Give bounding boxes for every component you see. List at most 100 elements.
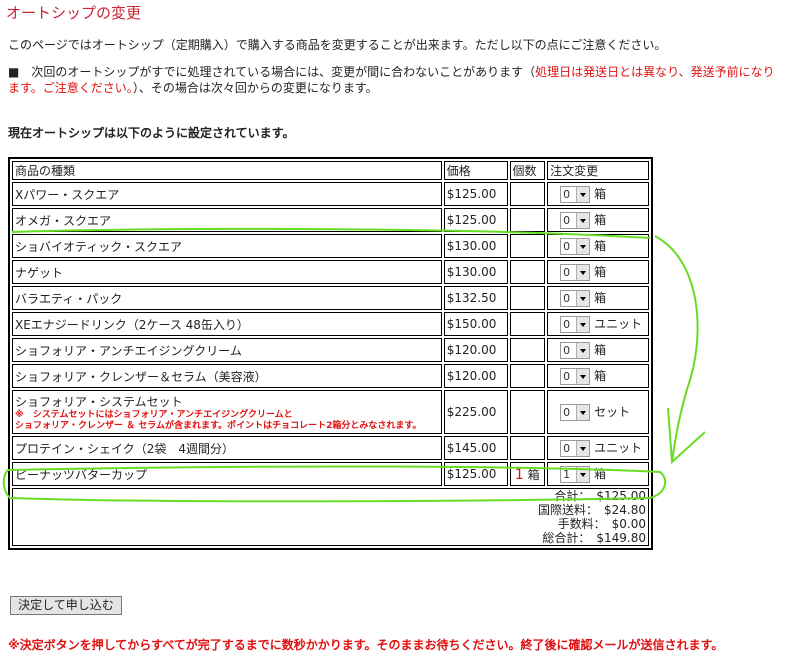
qty-value: 1	[514, 466, 524, 483]
product-price: $120.00	[443, 338, 508, 362]
product-name: プロテイン・シェイク（2袋 4週間分）	[12, 436, 442, 460]
header-product: 商品の種類	[12, 161, 442, 180]
product-price: $120.00	[443, 364, 508, 388]
annotation-arrow-curve	[654, 235, 699, 463]
price-text: $130.00	[446, 239, 497, 253]
chevron-down-icon[interactable]	[576, 441, 590, 456]
price-text: $125.00	[446, 467, 497, 481]
qty-cell	[509, 338, 546, 362]
product-price: $125.00	[443, 182, 508, 206]
table-row: XEエナジードリンク（2ケース 48缶入り） $150.00 0 ユニット	[12, 312, 649, 336]
product-price: $130.00	[443, 234, 508, 258]
chevron-down-icon[interactable]	[576, 187, 590, 202]
chevron-down-icon[interactable]	[576, 265, 590, 280]
qty-cell	[509, 182, 546, 206]
quantity-select-value: 0	[563, 240, 571, 253]
quantity-select-value: 0	[563, 344, 571, 357]
product-name-text: ショフォリア・アンチエイジングクリーム	[15, 343, 242, 358]
quantity-select-value: 0	[563, 370, 571, 383]
quantity-select[interactable]: 0	[560, 342, 591, 359]
table-row: プロテイン・シェイク（2袋 4週間分） $145.00 0 ユニット	[12, 436, 649, 460]
chevron-down-icon[interactable]	[576, 405, 590, 420]
notice-suffix: ）、その場合は次々回からの変更になります。	[132, 81, 378, 95]
product-name-text: バラエティ・パック	[15, 291, 123, 306]
table-row: バラエティ・パック $132.50 0 箱	[12, 286, 649, 310]
qty-cell	[509, 208, 546, 232]
qty-cell	[509, 364, 546, 388]
quantity-select[interactable]: 0	[560, 316, 591, 333]
product-note-line1: ※ システムセットにはショフォリア・アンチエイジングクリームと	[15, 409, 293, 420]
product-note: ※ システムセットにはショフォリア・アンチエイジングクリームと ショフォリア・クレ…	[15, 410, 439, 432]
qty-cell	[509, 312, 546, 336]
quantity-select[interactable]: 0	[560, 238, 591, 255]
footer-warning: ※決定ボタンを押してからすべてが完了するまでに数秒かかります。そのままお待ちくだ…	[8, 638, 724, 652]
product-price: $150.00	[443, 312, 508, 336]
price-text: $225.00	[446, 405, 497, 419]
table-row: オメガ・スクエア $125.00 0 箱	[12, 208, 649, 232]
table-row: ショバイオティック・スクエア $130.00 0 箱	[12, 234, 649, 258]
product-name-text: プロテイン・シェイク（2袋 4週間分）	[15, 441, 235, 456]
autoship-table: 商品の種類 価格 個数 注文変更 Xパワー・スクエア $125.00 0 箱オメガ・ス…	[8, 157, 653, 550]
quantity-select[interactable]: 0	[560, 264, 591, 281]
notice-prefix: ■ 次回のオートシップがすでに処理されている場合には、変更が間に合わないことがあ…	[8, 65, 536, 79]
order-change-cell: 1箱	[547, 462, 649, 486]
unit-label: ユニット	[594, 317, 643, 331]
unit-label: 箱	[594, 291, 607, 305]
product-name: XEエナジードリンク（2ケース 48缶入り）	[12, 312, 442, 336]
header-price: 価格	[443, 161, 508, 180]
product-price: $225.00	[443, 390, 508, 434]
table-row: ナゲット $130.00 0 箱	[12, 260, 649, 284]
quantity-select-value: 0	[563, 406, 571, 419]
product-price: $145.00	[443, 436, 508, 460]
handling-fee: 手数料： $0.00	[557, 517, 646, 531]
unit-label: 箱	[594, 213, 607, 227]
product-name-text: XEエナジードリンク（2ケース 48缶入り）	[15, 317, 249, 332]
product-name-text: ショフォリア・クレンザー＆セラム（美容液）	[15, 369, 267, 384]
price-text: $150.00	[446, 317, 497, 331]
quantity-select[interactable]: 0	[560, 404, 591, 421]
order-change-cell: 0箱	[547, 182, 649, 206]
table-row: ショフォリア・クレンザー＆セラム（美容液） $120.00 0 箱	[12, 364, 649, 388]
chevron-down-icon[interactable]	[576, 291, 590, 306]
quantity-select[interactable]: 0	[560, 368, 591, 385]
price-text: $145.00	[446, 441, 497, 455]
quantity-select[interactable]: 1	[560, 466, 591, 483]
unit-label: 箱	[594, 369, 607, 383]
product-note-line2: ショフォリア・クレンザー ＆ セラムが含まれます。ポイントはチョコレート2箱分と…	[15, 420, 422, 431]
table-header-row: 商品の種類 価格 個数 注文変更	[12, 161, 649, 180]
qty-unit: 箱	[527, 467, 540, 482]
quantity-select-value: 0	[563, 266, 571, 279]
unit-label: 箱	[594, 239, 607, 253]
chevron-down-icon[interactable]	[576, 369, 590, 384]
unit-label: 箱	[594, 467, 607, 481]
quantity-select[interactable]: 0	[560, 290, 591, 307]
grand-total: 総合計： $149.80	[542, 531, 646, 545]
quantity-select[interactable]: 0	[560, 186, 591, 203]
chevron-down-icon[interactable]	[576, 343, 590, 358]
current-settings-heading: 現在オートシップは以下のように設定されています。	[8, 126, 295, 140]
unit-label: セット	[594, 405, 631, 419]
quantity-select[interactable]: 0	[560, 212, 591, 229]
chevron-down-icon[interactable]	[576, 213, 590, 228]
order-change-cell: 0 セット	[547, 390, 649, 434]
product-name: ショバイオティック・スクエア	[12, 234, 442, 258]
quantity-select-value: 0	[563, 442, 571, 455]
table-row: Xパワー・スクエア $125.00 0 箱	[12, 182, 649, 206]
chevron-down-icon[interactable]	[576, 467, 590, 482]
submit-button[interactable]: 決定して申し込む	[10, 596, 122, 615]
unit-label: 箱	[594, 265, 607, 279]
chevron-down-icon[interactable]	[576, 239, 590, 254]
chevron-down-icon[interactable]	[576, 317, 590, 332]
price-text: $125.00	[446, 187, 497, 201]
quantity-select[interactable]: 0	[560, 440, 591, 457]
order-change-cell: 0箱	[547, 260, 649, 284]
qty-cell	[509, 286, 546, 310]
product-name-text: ショバイオティック・スクエア	[15, 239, 183, 254]
product-name-text: Xパワー・スクエア	[15, 187, 120, 202]
qty-cell	[509, 436, 546, 460]
product-name: ショフォリア・クレンザー＆セラム（美容液）	[12, 364, 442, 388]
price-text: $120.00	[446, 369, 497, 383]
product-name-text: ピーナッツバターカップ	[15, 467, 148, 482]
order-change-cell: 0箱	[547, 286, 649, 310]
quantity-select-value: 1	[563, 468, 571, 481]
